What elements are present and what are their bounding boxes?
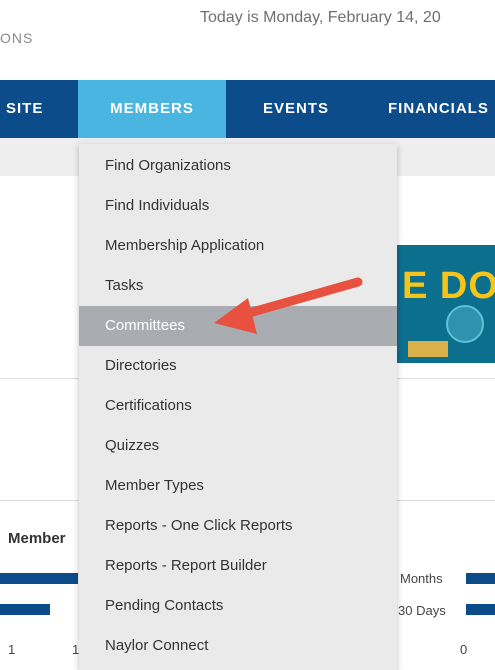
- menu-item-directories[interactable]: Directories: [79, 346, 397, 386]
- menu-item-member-types[interactable]: Member Types: [79, 466, 397, 506]
- stat-value: 1: [8, 642, 16, 657]
- stat-value: 0: [460, 642, 468, 657]
- menu-item-find-individuals[interactable]: Find Individuals: [79, 186, 397, 226]
- nav-item-events[interactable]: EVENTS: [226, 80, 366, 138]
- menu-item-pending-contacts[interactable]: Pending Contacts: [79, 586, 397, 626]
- menu-item-tasks[interactable]: Tasks: [79, 266, 397, 306]
- menu-item-naylor-connect[interactable]: Naylor Connect: [79, 626, 397, 666]
- menu-item-quizzes[interactable]: Quizzes: [79, 426, 397, 466]
- stat-bar: [0, 573, 78, 584]
- menu-item-committees[interactable]: Committees: [79, 306, 397, 346]
- stat-bar: [466, 604, 495, 615]
- nav-item-site[interactable]: SITE: [0, 80, 78, 138]
- members-widget-title: Member: [8, 530, 66, 547]
- months-label: Months: [400, 571, 443, 586]
- globe-icon: [446, 305, 484, 343]
- stat-bar: [0, 604, 50, 615]
- menu-item-one-click-reports[interactable]: Reports - One Click Reports: [79, 506, 397, 546]
- banner-decoration: [408, 341, 448, 357]
- days-label: 30 Days: [398, 603, 446, 618]
- promo-banner[interactable]: E DOI: [396, 245, 495, 363]
- date-text: Today is Monday, February 14, 20: [200, 9, 441, 26]
- members-dropdown-menu: Find Organizations Find Individuals Memb…: [79, 144, 397, 670]
- nav-item-financials[interactable]: FINANCIALS: [366, 80, 495, 138]
- menu-item-find-organizations[interactable]: Find Organizations: [79, 146, 397, 186]
- main-nav: SITE MEMBERS EVENTS FINANCIALS: [0, 80, 495, 138]
- logo-subtext: ONS: [0, 30, 34, 46]
- menu-item-certifications[interactable]: Certifications: [79, 386, 397, 426]
- stat-bar: [466, 573, 495, 584]
- menu-item-report-builder[interactable]: Reports - Report Builder: [79, 546, 397, 586]
- menu-item-membership-application[interactable]: Membership Application: [79, 226, 397, 266]
- banner-text: E DOI: [402, 265, 495, 307]
- nav-item-members[interactable]: MEMBERS: [78, 80, 226, 138]
